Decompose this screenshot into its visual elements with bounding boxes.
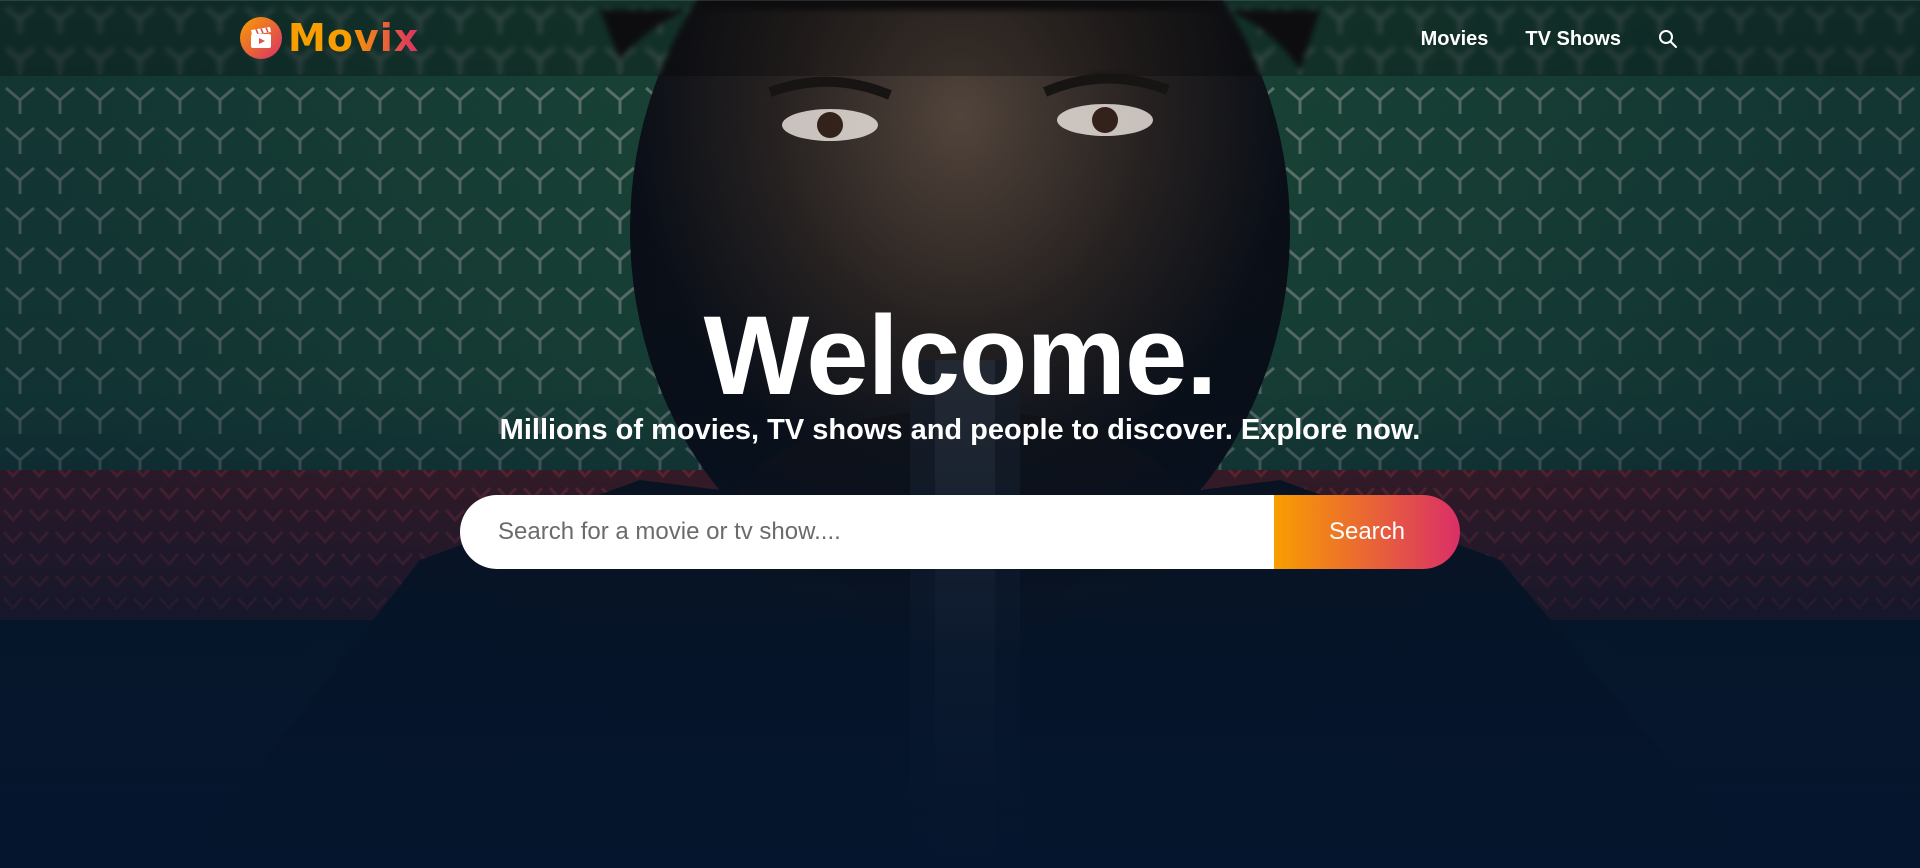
home-page: Movix Movies TV Shows Welcome. Millions …: [0, 0, 1920, 868]
hero-section: Welcome. Millions of movies, TV shows an…: [0, 300, 1920, 569]
search-button[interactable]: Search: [1274, 495, 1460, 569]
film-clapper-icon: [240, 17, 282, 59]
main-nav: Movies TV Shows: [1421, 1, 1680, 77]
hero-subtitle: Millions of movies, TV shows and people …: [499, 414, 1421, 446]
site-header: Movix Movies TV Shows: [0, 0, 1920, 76]
search-icon[interactable]: [1658, 28, 1680, 50]
logo-text: Movix: [288, 16, 420, 60]
nav-item-tv-shows[interactable]: TV Shows: [1525, 28, 1621, 51]
search-input[interactable]: [460, 495, 1274, 569]
hero-title: Welcome.: [703, 293, 1218, 418]
hero-search-bar: Search: [460, 495, 1460, 569]
logo[interactable]: Movix: [240, 15, 419, 61]
nav-item-movies[interactable]: Movies: [1421, 28, 1489, 51]
